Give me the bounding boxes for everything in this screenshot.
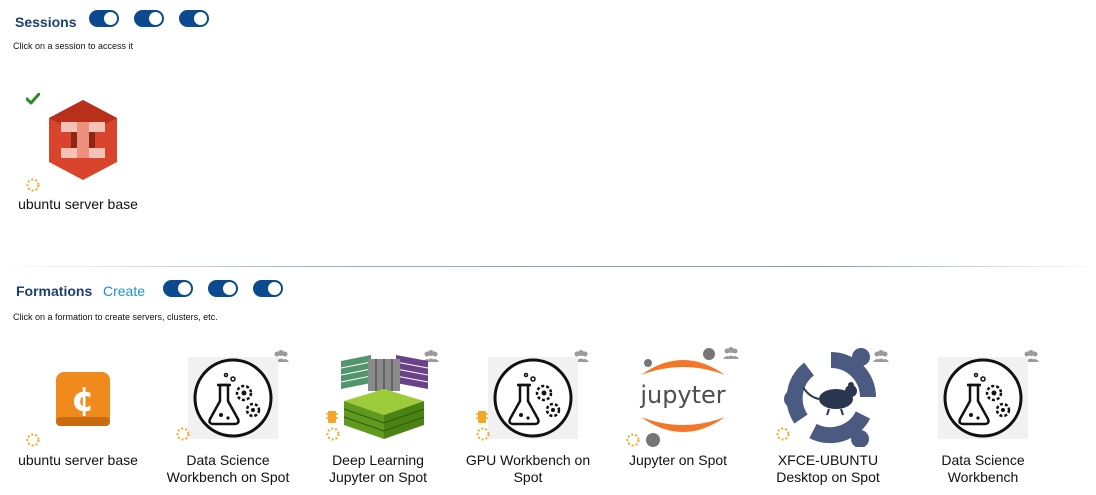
formations-toggle-2[interactable] (208, 280, 238, 297)
loading-spinner-icon (176, 427, 190, 441)
toggle-knob (149, 12, 162, 25)
formation-label-line1: Data Science (941, 452, 1025, 468)
toggle-knob (268, 282, 281, 295)
loading-spinner-icon (326, 427, 340, 441)
formations-hint: Click on a formation to create servers, … (13, 312, 218, 322)
loading-spinner-icon (26, 178, 40, 192)
jupyter-logo-icon: jupyter (639, 348, 726, 447)
loading-spinner-icon (776, 427, 790, 441)
status-check-icon (26, 93, 40, 105)
formation-label-line1: Data Science (186, 452, 270, 468)
formation-label: ubuntu server base (3, 452, 153, 469)
section-divider (0, 266, 1096, 267)
formation-tile[interactable]: Data Science Workbench on Spot (153, 345, 303, 490)
gpu-chip-icon (476, 411, 488, 423)
formation-label-line2: Spot (513, 469, 543, 485)
formations-toggle-3[interactable] (253, 280, 283, 297)
toggle-knob (223, 282, 236, 295)
loading-spinner-icon (626, 433, 640, 447)
aws-ec2-icon (49, 100, 117, 180)
formation-tile[interactable]: XFCE-UBUNTU Desktop on Spot (753, 345, 903, 490)
formation-label: Deep Learning Jupyter on Spot (303, 452, 453, 486)
formation-tile[interactable]: Data Science Workbench (903, 345, 1053, 490)
formation-label-line1: Deep Learning (332, 452, 424, 468)
formation-label-line2: Desktop on Spot (776, 469, 880, 485)
loading-spinner-icon (26, 433, 40, 447)
xfce-ubuntu-icon (784, 348, 876, 447)
formation-label: Jupyter on Spot (603, 452, 753, 469)
formation-tile[interactable]: Deep Learning Jupyter on Spot (303, 345, 453, 490)
formation-label: Data Science Workbench on Spot (153, 452, 303, 486)
formations-title: Formations (16, 283, 93, 299)
formation-label-line2: Workbench on Spot (166, 469, 290, 485)
toggle-knob (178, 282, 191, 295)
formation-label-line1: Jupyter on Spot (628, 452, 728, 468)
formation-label-line1: ubuntu server base (18, 452, 138, 468)
formation-label: XFCE-UBUNTU Desktop on Spot (753, 452, 903, 486)
formations-toggle-1[interactable] (163, 280, 193, 297)
science-workbench-icon (188, 357, 278, 439)
sessions-toggle-3[interactable] (179, 10, 209, 27)
session-tile[interactable]: ubuntu server base (0, 85, 160, 220)
toggle-knob (194, 12, 207, 25)
formation-label-line2: Workbench (947, 469, 1019, 485)
session-label: ubuntu server base (18, 196, 138, 212)
create-formation-link[interactable]: Create (103, 283, 145, 299)
sessions-title: Sessions (15, 14, 77, 30)
formation-tile[interactable]: GPU Workbench on Spot (453, 345, 603, 490)
gpu-chip-icon (326, 411, 338, 423)
formation-label: Data Science Workbench (908, 452, 1058, 486)
svg-text:¢: ¢ (71, 380, 95, 420)
deep-learning-cube-icon (340, 355, 429, 439)
science-workbench-icon (938, 357, 1028, 439)
loading-spinner-icon (476, 427, 490, 441)
formation-tile[interactable]: jupyter Jupyter on Spot (603, 345, 753, 490)
sessions-toggle-2[interactable] (134, 10, 164, 27)
science-workbench-icon (488, 357, 578, 439)
formation-label: GPU Workbench on Spot (453, 452, 603, 486)
toggle-knob (104, 12, 117, 25)
sessions-toggle-1[interactable] (89, 10, 119, 27)
jupyter-logo-text: jupyter (639, 381, 725, 409)
formation-label-line1: XFCE-UBUNTU (777, 452, 879, 468)
formation-label-line2: Jupyter on Spot (328, 469, 428, 485)
sessions-hint: Click on a session to access it (13, 41, 134, 51)
cent-sign-icon: ¢ (56, 372, 110, 426)
formation-label-line1: GPU Workbench on (465, 452, 591, 468)
formation-tile[interactable]: ¢ ubuntu server base (0, 345, 155, 490)
